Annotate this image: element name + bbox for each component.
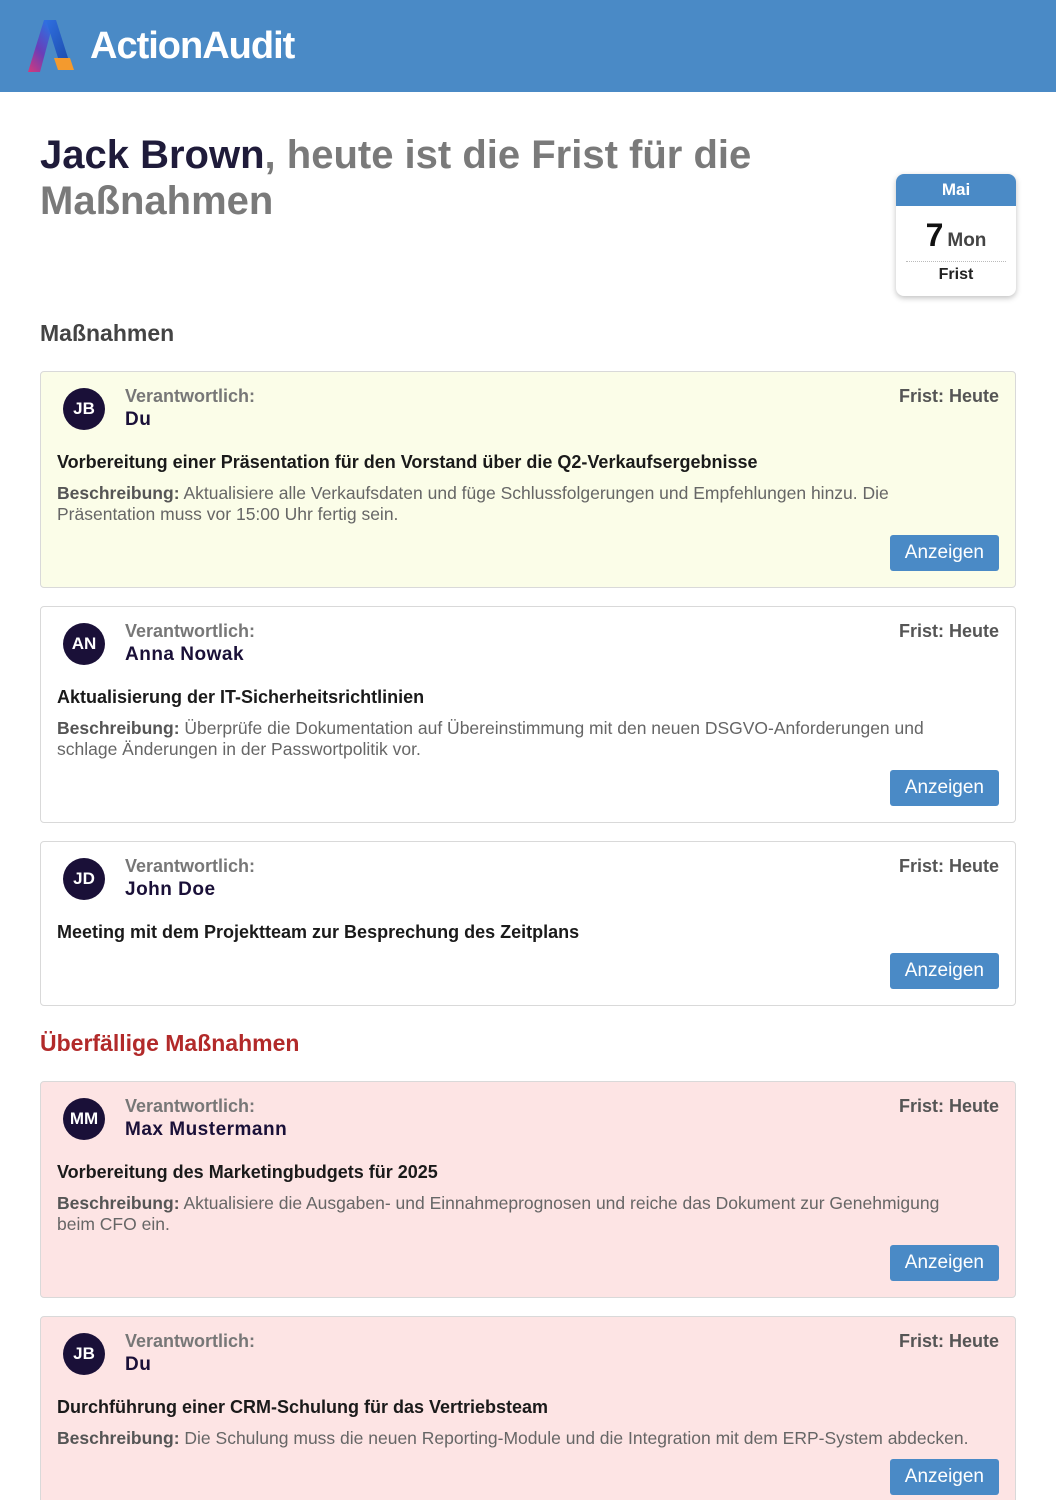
deadline-text: Frist: Heute: [898, 386, 999, 406]
deadline-text: Frist: Heute: [898, 856, 999, 876]
task-description: Beschreibung: Die Schulung muss die neue…: [57, 1428, 999, 1449]
section-title-tasks: Maßnahmen: [40, 320, 175, 346]
responsible-name: Du: [125, 1354, 152, 1375]
view-button[interactable]: Anzeigen: [889, 770, 999, 806]
description-text: Aktualisiere alle Verkaufsdaten und füge…: [57, 483, 889, 524]
responsible-name: Du: [125, 409, 152, 430]
deadline-text: Frist: Heute: [898, 621, 999, 641]
description-label: Beschreibung:: [57, 1193, 180, 1213]
calendar-date: 7 Mon: [896, 218, 1016, 252]
overdue-task-card: MM Verantwortlich: Max Mustermann Frist:…: [40, 1081, 1016, 1298]
avatar: AN: [63, 623, 105, 665]
responsible-name: Max Mustermann: [125, 1119, 288, 1140]
deadline-calendar-widget: Mai 7 Mon Frist: [896, 174, 1016, 296]
task-title: Vorbereitung einer Präsentation für den …: [57, 452, 758, 472]
task-description: Beschreibung: Überprüfe die Dokumentatio…: [57, 718, 999, 760]
calendar-label: Frist: [938, 266, 974, 283]
view-button[interactable]: Anzeigen: [889, 1245, 999, 1281]
view-button[interactable]: Anzeigen: [889, 953, 999, 989]
description-text: Überprüfe die Dokumentation auf Übereins…: [57, 718, 924, 759]
app-name: ActionAudit: [90, 24, 295, 67]
task-card-header: JB Verantwortlich: Du: [57, 1331, 999, 1391]
task-card-header: AN Verantwortlich: Anna Nowak: [57, 621, 999, 681]
view-button[interactable]: Anzeigen: [889, 535, 999, 571]
description-text: Aktualisiere die Ausgaben- und Einnahmep…: [57, 1193, 940, 1234]
page-title: Jack Brown, heute ist die Frist für die …: [40, 132, 820, 224]
calendar-month: Mai: [896, 174, 1016, 206]
avatar: JB: [63, 388, 105, 430]
responsible-label: Verantwortlich:: [125, 621, 256, 641]
description-text: Die Schulung muss die neuen Reporting-Mo…: [184, 1428, 969, 1448]
responsible-block: Verantwortlich: Du: [125, 386, 255, 434]
task-card-header: MM Verantwortlich: Max Mustermann: [57, 1096, 999, 1156]
user-name: Jack Brown: [40, 133, 265, 177]
responsible-label: Verantwortlich:: [125, 1096, 256, 1116]
section-title-overdue: Überfällige Maßnahmen: [40, 1030, 300, 1056]
task-description: Beschreibung: Aktualisiere alle Verkaufs…: [57, 483, 999, 525]
task-card-header: JD Verantwortlich: John Doe: [57, 856, 999, 916]
main-content: Jack Brown, heute ist die Frist für die …: [0, 132, 1056, 1500]
calendar-day-number: 7: [925, 217, 944, 253]
task-card: AN Verantwortlich: Anna Nowak Frist: Heu…: [40, 606, 1016, 823]
calendar-divider: [906, 261, 1006, 262]
responsible-block: Verantwortlich: Du: [125, 1331, 255, 1379]
description-label: Beschreibung:: [57, 1428, 180, 1448]
view-button[interactable]: Anzeigen: [889, 1459, 999, 1495]
avatar: MM: [63, 1098, 105, 1140]
deadline-text: Frist: Heute: [898, 1096, 999, 1116]
responsible-label: Verantwortlich:: [125, 856, 256, 876]
responsible-block: Verantwortlich: Anna Nowak: [125, 621, 255, 669]
top-bar: ActionAudit: [0, 0, 1056, 92]
responsible-block: Verantwortlich: Max Mustermann: [125, 1096, 287, 1144]
description-label: Beschreibung:: [57, 483, 180, 503]
task-title: Durchführung einer CRM-Schulung für das …: [57, 1397, 549, 1417]
responsible-block: Verantwortlich: John Doe: [125, 856, 255, 904]
responsible-name: Anna Nowak: [125, 644, 245, 665]
calendar-weekday: Mon: [947, 230, 987, 251]
deadline-text: Frist: Heute: [898, 1331, 999, 1351]
task-card-header: JB Verantwortlich: Du: [57, 386, 999, 446]
overdue-task-card: JB Verantwortlich: Du Frist: Heute Durch…: [40, 1316, 1016, 1500]
description-label: Beschreibung:: [57, 718, 180, 738]
task-card: JD Verantwortlich: John Doe Frist: Heute…: [40, 841, 1016, 1006]
avatar: JB: [63, 1333, 105, 1375]
task-title: Vorbereitung des Marketingbudgets für 20…: [57, 1162, 438, 1182]
task-description: Beschreibung: Aktualisiere die Ausgaben-…: [57, 1193, 999, 1235]
responsible-label: Verantwortlich:: [125, 386, 256, 406]
avatar: JD: [63, 858, 105, 900]
task-title: Meeting mit dem Projektteam zur Besprech…: [57, 922, 580, 942]
action-audit-logo-icon: [28, 20, 74, 72]
task-card: JB Verantwortlich: Du Frist: Heute Vorbe…: [40, 371, 1016, 588]
responsible-label: Verantwortlich:: [125, 1331, 256, 1351]
task-title: Aktualisierung der IT-Sicherheitsrichtli…: [57, 687, 425, 707]
responsible-name: John Doe: [125, 879, 216, 900]
